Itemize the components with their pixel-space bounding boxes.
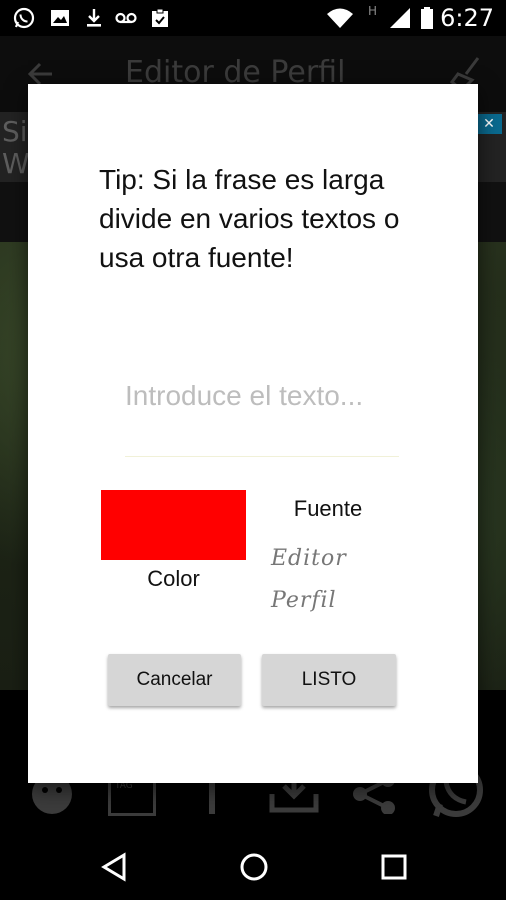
nav-recents-icon[interactable] bbox=[381, 854, 407, 880]
clock: 6:27 bbox=[440, 4, 494, 32]
text-input-placeholder: Introduce el texto... bbox=[125, 380, 364, 411]
font-label[interactable]: Fuente bbox=[258, 496, 398, 522]
voicemail-icon bbox=[115, 12, 137, 24]
status-bar: H 6:27 bbox=[0, 0, 506, 36]
signal-icon bbox=[390, 8, 410, 28]
download-icon bbox=[87, 9, 101, 27]
font-preview-line2: Perfil bbox=[271, 588, 337, 613]
ad-text-line1: Si bbox=[2, 115, 28, 148]
network-type-label: H bbox=[368, 4, 378, 18]
listo-button[interactable]: LISTO bbox=[262, 654, 396, 706]
text-dialog: Tip: Si la frase es larga divide en vari… bbox=[28, 84, 478, 783]
font-preview-line1: Editor bbox=[271, 546, 347, 571]
text-input[interactable]: Introduce el texto... bbox=[125, 376, 399, 457]
image-icon bbox=[51, 10, 69, 26]
clipboard-icon bbox=[152, 8, 168, 27]
nav-back-icon[interactable] bbox=[100, 852, 128, 882]
battery-icon bbox=[421, 7, 433, 29]
color-label[interactable]: Color bbox=[101, 566, 246, 592]
nav-home-icon[interactable] bbox=[239, 852, 269, 882]
whatsapp-icon bbox=[13, 7, 35, 29]
color-swatch[interactable] bbox=[101, 490, 246, 560]
ad-close-button[interactable]: ✕ bbox=[476, 114, 502, 134]
tip-text: Tip: Si la frase es larga divide en vari… bbox=[99, 164, 400, 273]
wifi-icon bbox=[327, 8, 353, 28]
ad-text: Si W bbox=[2, 116, 30, 180]
ad-text-line2: W bbox=[2, 147, 30, 180]
font-preview[interactable]: Editor Perfil bbox=[271, 538, 347, 622]
cancel-button[interactable]: Cancelar bbox=[108, 654, 241, 706]
